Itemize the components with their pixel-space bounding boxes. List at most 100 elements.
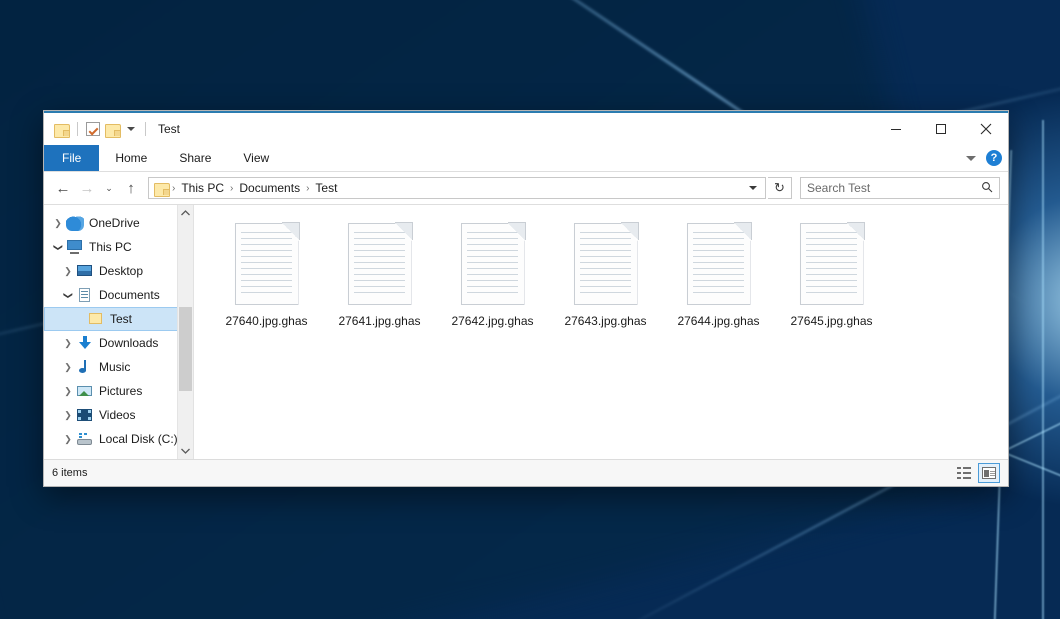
file-name: 27644.jpg.ghas [677, 314, 759, 328]
sidebar-item-label: Documents [99, 288, 160, 302]
details-view-icon [957, 467, 971, 479]
file-list-pane[interactable]: 27640.jpg.ghas 27641.jpg.ghas 27642.jpg.… [194, 205, 1008, 459]
sidebar-item-label: Pictures [99, 384, 142, 398]
sidebar-item-pictures[interactable]: ❯ Pictures [44, 379, 193, 403]
forward-button[interactable]: → [76, 176, 98, 200]
navigation-scrollbar[interactable] [177, 205, 193, 459]
chevron-right-icon[interactable]: ❯ [60, 266, 76, 277]
generic-document-icon [461, 223, 525, 305]
file-name: 27640.jpg.ghas [225, 314, 307, 328]
item-count-label: 6 items [52, 467, 87, 479]
search-box[interactable]: Search Test [800, 177, 1000, 199]
file-item[interactable]: 27643.jpg.ghas [549, 217, 662, 328]
breadcrumb: › This PC › Documents › Test [171, 181, 749, 195]
maximize-button[interactable] [918, 113, 963, 145]
recent-locations-button[interactable]: ⌄ [100, 176, 118, 200]
large-icons-view-icon [982, 467, 996, 479]
this-pc-icon [66, 239, 84, 255]
help-icon[interactable]: ? [986, 150, 1002, 166]
sidebar-item-onedrive[interactable]: ❯ OneDrive [44, 211, 193, 235]
properties-icon[interactable] [86, 122, 100, 136]
chevron-right-icon[interactable]: ❯ [60, 338, 76, 349]
chevron-right-icon[interactable]: ❯ [60, 386, 76, 397]
sidebar-item-desktop[interactable]: ❯ Desktop [44, 259, 193, 283]
minimize-button[interactable] [873, 113, 918, 145]
tab-home[interactable]: Home [99, 145, 163, 171]
new-folder-icon[interactable] [105, 123, 120, 136]
sidebar-item-music[interactable]: ❯ Music [44, 355, 193, 379]
navigation-pane: ❯ OneDrive ❯ This PC ❯ Desktop ❯ Documen… [44, 205, 194, 459]
file-explorer-window: Test File Home Share View ? ← → ⌄ ↑ [43, 110, 1009, 487]
scrollbar-thumb[interactable] [179, 307, 192, 391]
file-item[interactable]: 27640.jpg.ghas [210, 217, 323, 328]
file-name: 27645.jpg.ghas [790, 314, 872, 328]
window-title: Test [158, 122, 180, 136]
file-item[interactable]: 27642.jpg.ghas [436, 217, 549, 328]
tab-share[interactable]: Share [163, 145, 227, 171]
sidebar-item-local-disk[interactable]: ❯ Local Disk (C:) [44, 427, 193, 451]
file-item[interactable]: 27641.jpg.ghas [323, 217, 436, 328]
sidebar-item-label: Music [99, 360, 130, 374]
chevron-right-icon[interactable]: ❯ [60, 410, 76, 421]
file-name: 27643.jpg.ghas [564, 314, 646, 328]
generic-document-icon [687, 223, 751, 305]
chevron-down-icon[interactable]: ❯ [63, 287, 74, 303]
file-tiles: 27640.jpg.ghas 27641.jpg.ghas 27642.jpg.… [210, 217, 1008, 328]
folder-icon[interactable] [54, 123, 69, 136]
title-bar: Test [44, 113, 1008, 145]
large-icons-view-button[interactable] [978, 463, 1000, 483]
sidebar-item-videos[interactable]: ❯ Videos [44, 403, 193, 427]
address-bar-row: ← → ⌄ ↑ › This PC › Documents › Test ↻ S… [44, 172, 1008, 204]
file-item[interactable]: 27645.jpg.ghas [775, 217, 888, 328]
chevron-down-icon[interactable]: ❯ [53, 239, 64, 255]
sidebar-item-label: Local Disk (C:) [99, 432, 178, 446]
pictures-icon [76, 383, 94, 399]
generic-document-icon [800, 223, 864, 305]
tab-view[interactable]: View [227, 145, 285, 171]
chevron-right-icon[interactable]: ❯ [50, 218, 66, 229]
sidebar-item-downloads[interactable]: ❯ Downloads [44, 331, 193, 355]
sidebar-item-label: OneDrive [89, 216, 140, 230]
details-view-button[interactable] [954, 464, 974, 482]
onedrive-icon [66, 215, 84, 231]
file-item[interactable]: 27644.jpg.ghas [662, 217, 775, 328]
sidebar-item-label: Videos [99, 408, 135, 422]
folder-icon [87, 311, 105, 327]
chevron-right-icon[interactable]: ❯ [60, 362, 76, 373]
scrollbar-track[interactable] [178, 221, 193, 443]
desktop-icon [76, 263, 94, 279]
search-input[interactable]: Search Test [807, 181, 981, 195]
refresh-button[interactable]: ↻ [768, 177, 792, 199]
scroll-up-arrow-icon[interactable] [178, 205, 193, 221]
chevron-down-icon[interactable] [966, 156, 976, 161]
generic-document-icon [574, 223, 638, 305]
search-icon[interactable] [981, 181, 993, 196]
close-button[interactable] [963, 113, 1008, 145]
sidebar-item-this-pc[interactable]: ❯ This PC [44, 235, 193, 259]
sidebar-item-label: Downloads [99, 336, 158, 350]
chevron-down-icon[interactable] [127, 127, 135, 131]
address-breadcrumb-bar[interactable]: › This PC › Documents › Test [148, 177, 766, 199]
window-body: ❯ OneDrive ❯ This PC ❯ Desktop ❯ Documen… [44, 204, 1008, 459]
status-bar: 6 items [44, 459, 1008, 486]
generic-document-icon [348, 223, 412, 305]
up-button[interactable]: ↑ [120, 176, 142, 200]
sidebar-item-test[interactable]: Test [44, 307, 193, 331]
back-button[interactable]: ← [52, 176, 74, 200]
music-icon [76, 359, 94, 375]
scroll-down-arrow-icon[interactable] [178, 443, 193, 459]
disk-icon [76, 431, 94, 447]
generic-document-icon [235, 223, 299, 305]
address-dropdown-icon[interactable] [749, 186, 757, 190]
documents-icon [76, 287, 94, 303]
breadcrumb-documents[interactable]: Documents [235, 181, 304, 195]
breadcrumb-test[interactable]: Test [311, 181, 341, 195]
sidebar-item-label: Desktop [99, 264, 143, 278]
breadcrumb-separator-2: › [229, 183, 234, 194]
videos-icon [76, 407, 94, 423]
file-name: 27641.jpg.ghas [338, 314, 420, 328]
tab-file[interactable]: File [44, 145, 99, 171]
breadcrumb-this-pc[interactable]: This PC [177, 181, 228, 195]
sidebar-item-documents[interactable]: ❯ Documents [44, 283, 193, 307]
chevron-right-icon[interactable]: ❯ [60, 434, 76, 445]
